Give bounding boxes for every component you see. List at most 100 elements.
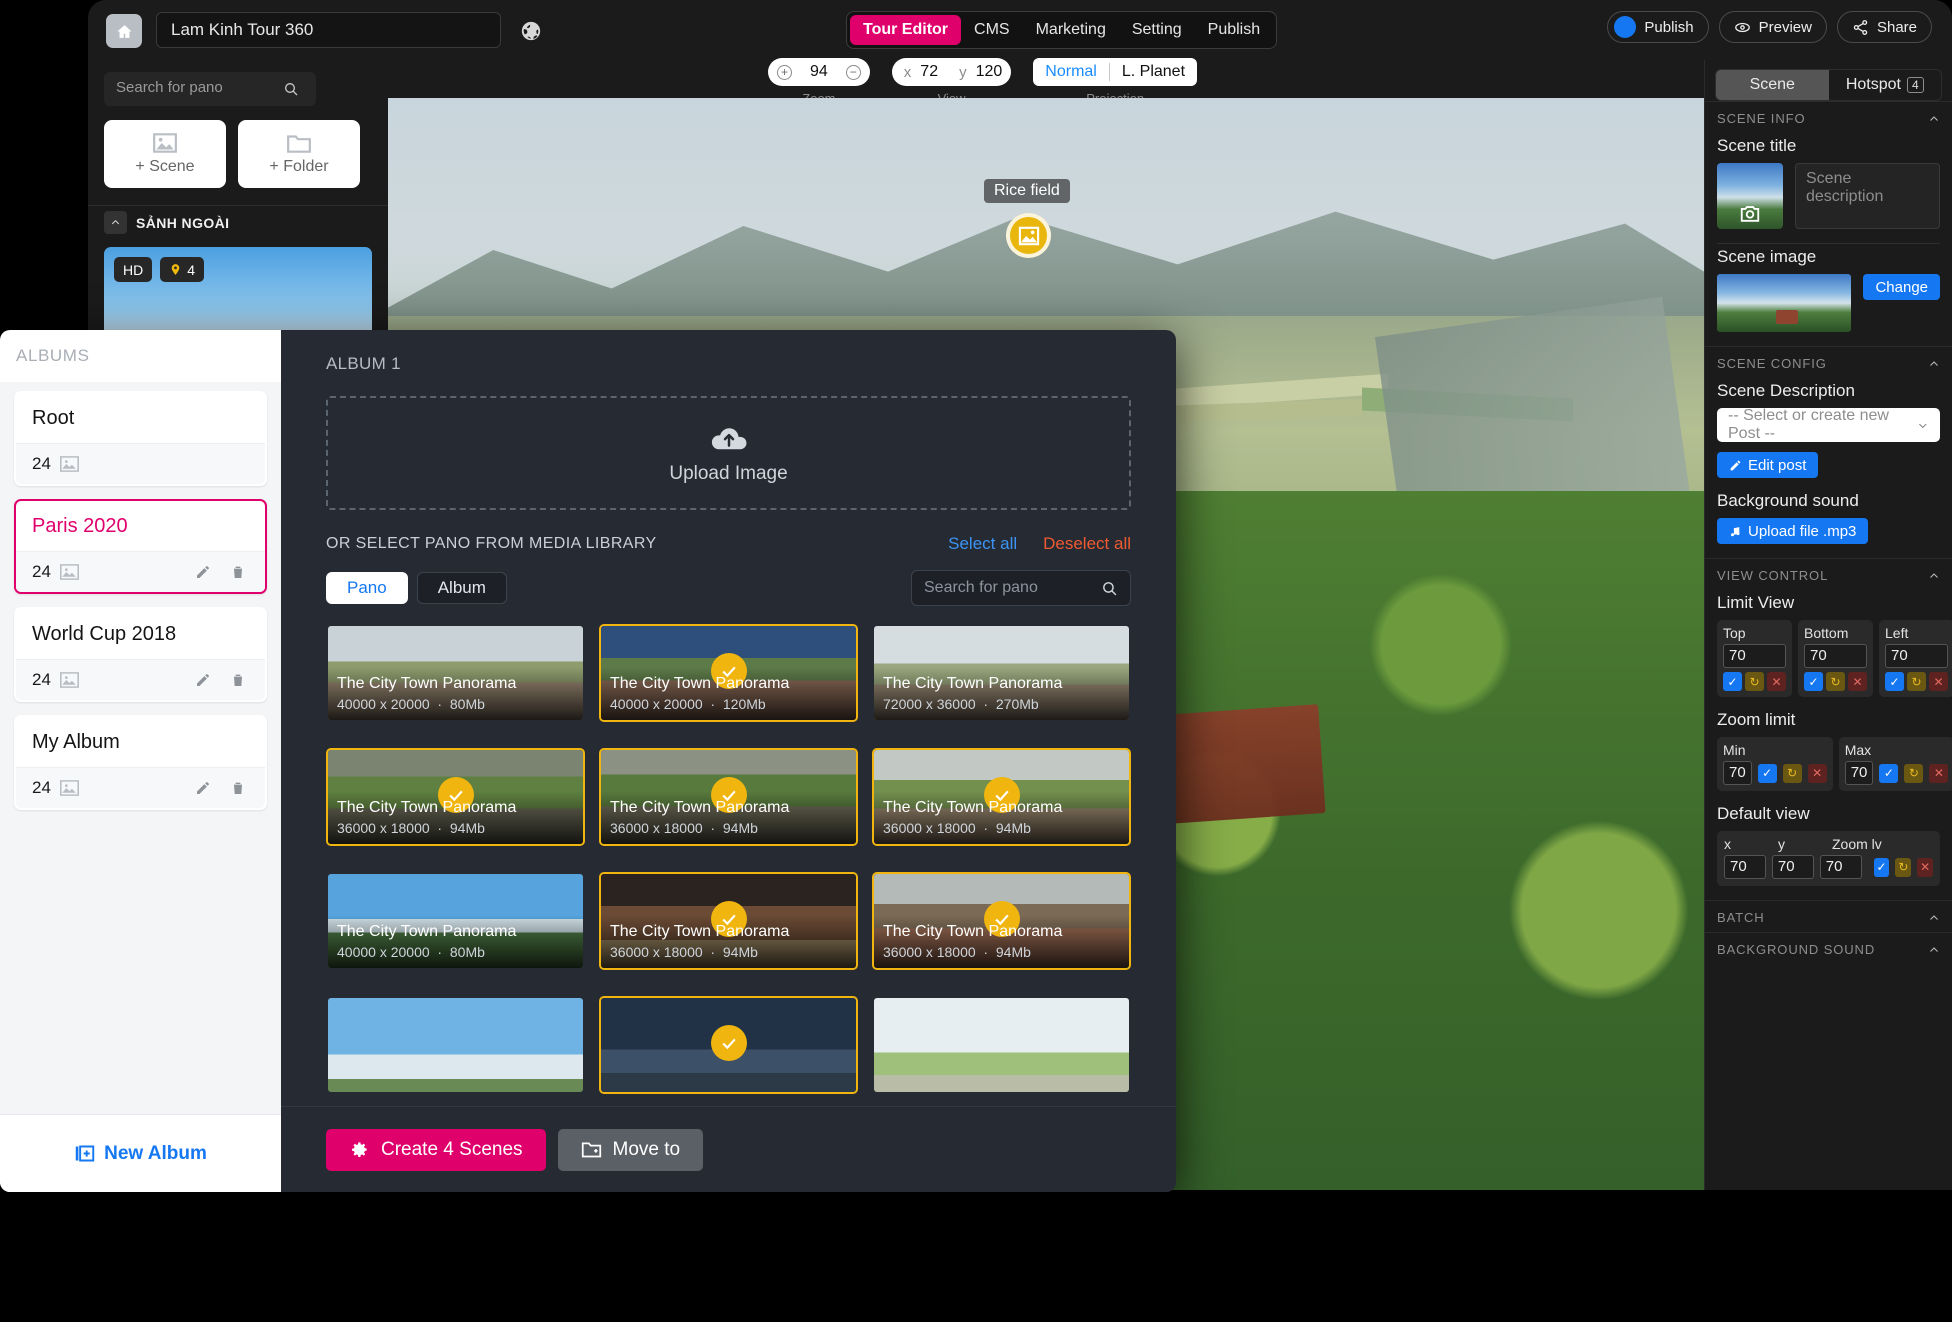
edit-album-button[interactable] bbox=[190, 667, 216, 693]
zoom-out-icon[interactable]: − bbox=[845, 64, 861, 80]
section-background-sound-header[interactable]: BACKGROUND SOUND bbox=[1705, 932, 1952, 964]
album-item-world-cup-2018[interactable]: World Cup 2018 24 bbox=[14, 607, 267, 702]
zoom-in-icon[interactable]: + bbox=[777, 64, 792, 80]
check-icon[interactable] bbox=[710, 1025, 747, 1061]
publish-toggle[interactable]: Publish bbox=[1607, 11, 1709, 43]
hotspot-marker[interactable]: Rice field bbox=[984, 179, 1070, 258]
share-button[interactable]: Share bbox=[1836, 11, 1932, 43]
view-x-value[interactable]: 72 bbox=[911, 63, 947, 81]
pano-search-input[interactable]: Search for pano bbox=[924, 579, 1101, 597]
tab-setting[interactable]: Setting bbox=[1119, 15, 1195, 45]
close-icon[interactable]: ✕ bbox=[1767, 672, 1786, 691]
deselect-all-button[interactable]: Deselect all bbox=[1043, 534, 1131, 554]
add-scene-button[interactable]: + Scene bbox=[104, 120, 226, 188]
zoom-value[interactable]: 94 bbox=[801, 63, 837, 81]
pano-card[interactable]: The City Town Panorama 36000 x 18000 · 9… bbox=[872, 748, 1131, 846]
close-icon[interactable]: ✕ bbox=[1929, 763, 1949, 783]
change-image-button[interactable]: Change bbox=[1863, 274, 1940, 300]
select-all-button[interactable]: Select all bbox=[948, 534, 1017, 554]
default-x-input[interactable]: 70 bbox=[1724, 855, 1766, 879]
filter-pano-button[interactable]: Pano bbox=[326, 572, 408, 604]
tab-marketing[interactable]: Marketing bbox=[1023, 15, 1119, 45]
refresh-icon[interactable]: ↻ bbox=[1782, 763, 1802, 783]
pano-card[interactable]: The City Town Panorama 36000 x 18000 · 9… bbox=[872, 872, 1131, 970]
filter-album-button[interactable]: Album bbox=[416, 572, 507, 604]
refresh-icon[interactable]: ↻ bbox=[1904, 763, 1924, 783]
filter-segmented: Pano Album bbox=[326, 572, 507, 604]
pano-card[interactable]: The City Town Panorama 40000 x 20000 · 1… bbox=[599, 624, 858, 722]
delete-album-button[interactable] bbox=[225, 559, 251, 585]
limit-top-input[interactable]: 70 bbox=[1723, 644, 1786, 668]
pano-card[interactable]: The City Town Panorama 40000 x 20000 · 8… bbox=[326, 872, 585, 970]
close-icon[interactable]: ✕ bbox=[1929, 672, 1948, 691]
upload-dropzone[interactable]: Upload Image bbox=[326, 396, 1131, 510]
section-scene-info-header[interactable]: SCENE INFO bbox=[1705, 101, 1952, 133]
projection-normal[interactable]: Normal bbox=[1033, 63, 1109, 81]
pano-card[interactable] bbox=[326, 996, 585, 1094]
refresh-icon[interactable]: ↻ bbox=[1907, 672, 1926, 691]
scene-folder-header[interactable]: SẢNH NGOÀI bbox=[88, 205, 388, 239]
refresh-icon[interactable]: ↻ bbox=[1826, 672, 1845, 691]
tour-title-input[interactable]: Lam Kinh Tour 360 bbox=[156, 12, 501, 48]
camera-icon[interactable] bbox=[1739, 204, 1761, 223]
album-item-root[interactable]: Root 24 bbox=[14, 391, 267, 486]
edit-album-button[interactable] bbox=[190, 775, 216, 801]
check-icon[interactable]: ✓ bbox=[1757, 763, 1777, 783]
create-scenes-button[interactable]: Create 4 Scenes bbox=[326, 1128, 546, 1171]
pano-card[interactable] bbox=[599, 996, 858, 1094]
move-to-button[interactable]: Move to bbox=[557, 1128, 704, 1171]
zoom-max-input[interactable]: 70 bbox=[1844, 761, 1874, 785]
limit-bottom-input[interactable]: 70 bbox=[1804, 644, 1867, 668]
close-icon[interactable]: ✕ bbox=[1917, 857, 1934, 877]
pano-card[interactable]: The City Town Panorama 72000 x 36000 · 2… bbox=[872, 624, 1131, 722]
globe-icon[interactable] bbox=[520, 20, 542, 42]
close-icon[interactable]: ✕ bbox=[1848, 672, 1867, 691]
tab-hotspot[interactable]: Hotspot 4 bbox=[1829, 70, 1942, 100]
chevron-up-icon[interactable] bbox=[104, 211, 127, 234]
check-icon[interactable]: ✓ bbox=[1804, 672, 1823, 691]
projection-little-planet[interactable]: L. Planet bbox=[1110, 63, 1197, 81]
check-icon[interactable]: ✓ bbox=[1873, 857, 1890, 877]
new-album-button[interactable]: New Album bbox=[0, 1114, 281, 1192]
pano-card[interactable]: The City Town Panorama 36000 x 18000 · 9… bbox=[599, 872, 858, 970]
scene-title-thumbnail[interactable] bbox=[1717, 163, 1783, 229]
post-select-dropdown[interactable]: -- Select or create new Post -- bbox=[1717, 407, 1940, 442]
hotspot-image-icon[interactable] bbox=[1006, 213, 1051, 258]
edit-album-button[interactable] bbox=[190, 559, 216, 585]
pano-search-box[interactable]: Search for pano bbox=[911, 570, 1131, 606]
refresh-icon[interactable]: ↻ bbox=[1745, 672, 1764, 691]
scene-description-input[interactable]: Scene description bbox=[1795, 163, 1940, 229]
section-batch-header[interactable]: BATCH bbox=[1705, 900, 1952, 932]
home-icon[interactable] bbox=[106, 14, 142, 48]
album-item-paris-2020[interactable]: Paris 2020 24 bbox=[14, 499, 267, 594]
delete-album-button[interactable] bbox=[225, 775, 251, 801]
refresh-icon[interactable]: ↻ bbox=[1895, 857, 1912, 877]
edit-post-button[interactable]: Edit post bbox=[1717, 452, 1819, 478]
view-y-value[interactable]: 120 bbox=[967, 63, 1012, 81]
section-view-control-header[interactable]: VIEW CONTROL bbox=[1705, 558, 1952, 590]
delete-album-button[interactable] bbox=[225, 667, 251, 693]
add-folder-button[interactable]: + Folder bbox=[238, 120, 360, 188]
check-icon[interactable]: ✓ bbox=[1723, 672, 1742, 691]
tab-scene[interactable]: Scene bbox=[1716, 70, 1829, 100]
upload-mp3-button[interactable]: Upload file .mp3 bbox=[1717, 518, 1869, 544]
close-icon[interactable]: ✕ bbox=[1807, 763, 1827, 783]
default-zoom-input[interactable]: 70 bbox=[1819, 855, 1862, 879]
tab-cms[interactable]: CMS bbox=[961, 15, 1023, 45]
scene-image-preview[interactable] bbox=[1717, 274, 1852, 332]
search-icon[interactable] bbox=[283, 81, 299, 97]
album-item-my-album[interactable]: My Album 24 bbox=[14, 715, 267, 810]
limit-left-input[interactable]: 70 bbox=[1885, 644, 1948, 668]
pano-card[interactable]: The City Town Panorama 40000 x 20000 · 8… bbox=[326, 624, 585, 722]
pano-card[interactable] bbox=[872, 996, 1131, 1094]
default-y-input[interactable]: 70 bbox=[1771, 855, 1814, 879]
section-scene-config-header[interactable]: SCENE CONFIG bbox=[1705, 346, 1952, 378]
zoom-min-input[interactable]: 70 bbox=[1723, 761, 1752, 785]
tab-publish[interactable]: Publish bbox=[1195, 15, 1273, 45]
tab-tour-editor[interactable]: Tour Editor bbox=[850, 15, 962, 45]
check-icon[interactable]: ✓ bbox=[1879, 763, 1899, 783]
pano-card[interactable]: The City Town Panorama 36000 x 18000 · 9… bbox=[599, 748, 858, 846]
preview-button[interactable]: Preview bbox=[1718, 11, 1827, 43]
check-icon[interactable]: ✓ bbox=[1885, 672, 1904, 691]
pano-card[interactable]: The City Town Panorama 36000 x 18000 · 9… bbox=[326, 748, 585, 846]
